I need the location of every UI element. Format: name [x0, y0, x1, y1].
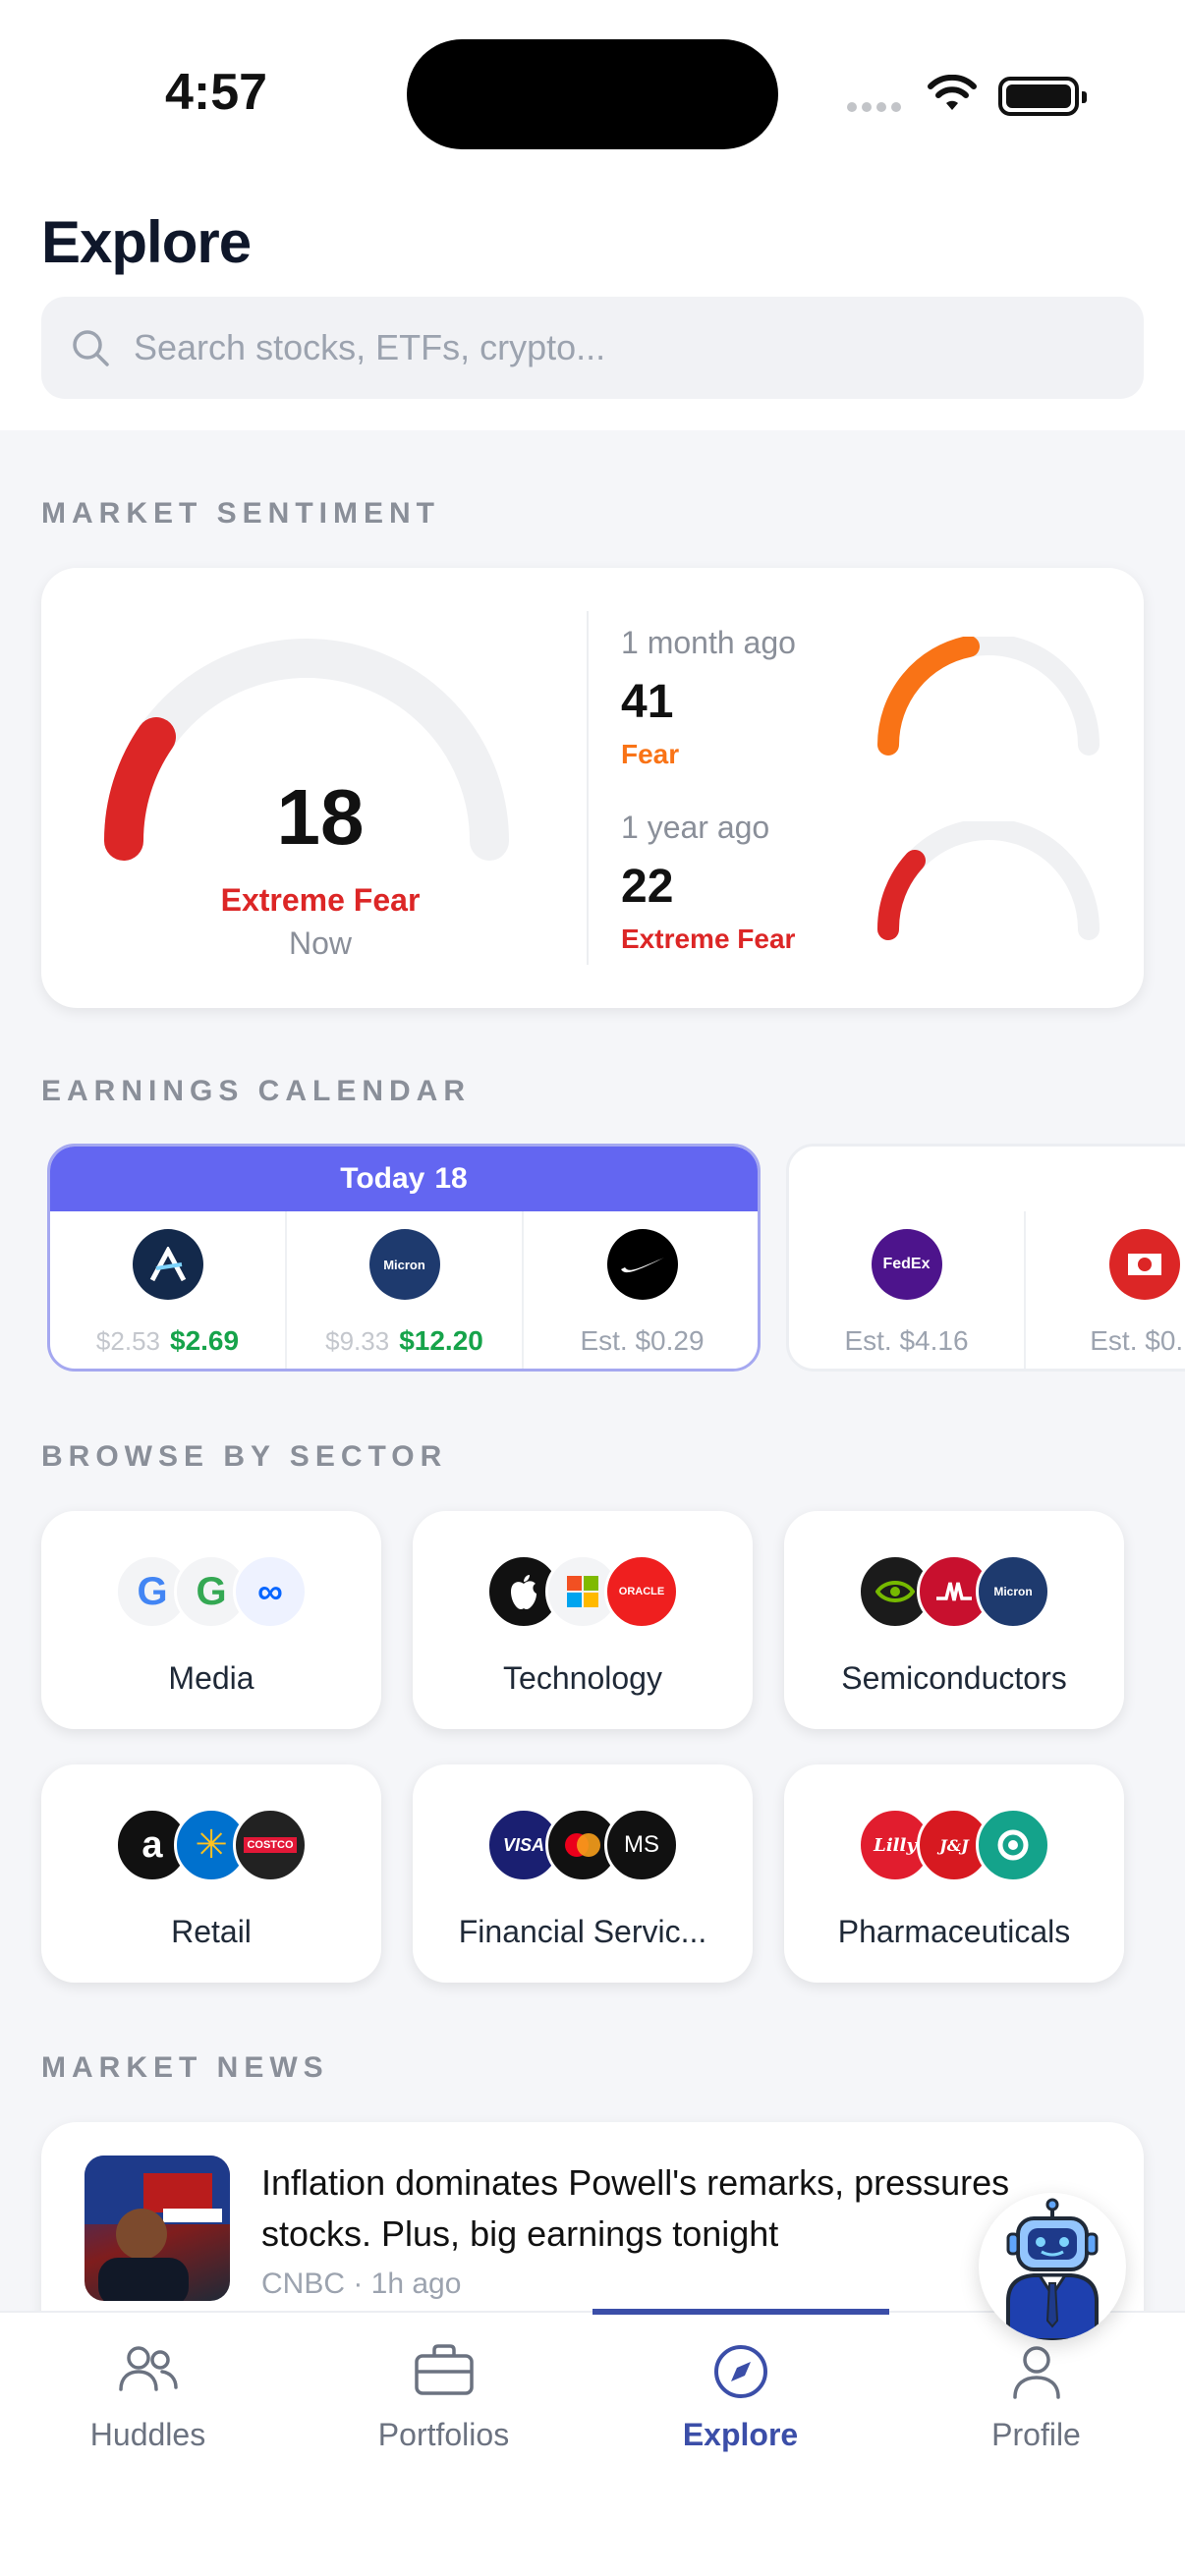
sector-card-financial-services[interactable]: VISA MS Financial Servic... [413, 1764, 753, 1983]
earnings-item[interactable]: Est. $0.1 [1026, 1211, 1185, 1369]
tab-label: Profile [991, 2417, 1081, 2452]
battery-icon [998, 77, 1087, 116]
earnings-calendar-heading: EARNINGS CALENDAR [41, 1075, 472, 1107]
earnings-item[interactable]: Est. $0.29 [524, 1211, 758, 1369]
fedex-logo: FedEx [871, 1229, 942, 1300]
tab-portfolios[interactable]: Portfolios [296, 2313, 592, 2509]
search-bar[interactable] [41, 297, 1144, 399]
sector-card-semiconductors[interactable]: Micron Semiconductors [784, 1511, 1124, 1729]
sentiment-month-value: 41 [621, 676, 674, 728]
sentiment-year: 1 year ago 22 Extreme Fear [621, 810, 795, 955]
eps-actual: $12.20 [399, 1325, 483, 1356]
sector-card-pharmaceuticals[interactable]: Lilly J&J Pharmaceuticals [784, 1764, 1124, 1983]
tab-explore[interactable]: Explore [592, 2313, 888, 2509]
oracle-logo: ORACLE [604, 1554, 679, 1629]
tab-profile[interactable]: Profile [888, 2313, 1184, 2509]
earnings-day-header: Today 18 [50, 1147, 758, 1211]
micron-logo: Micron [976, 1554, 1050, 1629]
sentiment-gauge-year [876, 821, 1100, 940]
header-area: 4:57 Explore [0, 0, 1185, 430]
sentiment-now-value: 18 [276, 773, 365, 861]
earnings-day-label: Today [340, 1162, 425, 1195]
compass-icon [713, 2345, 767, 2398]
sentiment-year-label: Extreme Fear [621, 924, 796, 954]
morgan-stanley-logo: MS [604, 1808, 679, 1882]
micron-logo: Micron [368, 1229, 440, 1300]
market-sentiment-heading: MARKET SENTIMENT [41, 497, 440, 530]
earnings-day-header [789, 1147, 1185, 1211]
amentum-logo [132, 1229, 203, 1300]
sentiment-year-when: 1 year ago [621, 810, 770, 845]
sector-name: Semiconductors [841, 1660, 1067, 1696]
browse-by-sector-heading: BROWSE BY SECTOR [41, 1440, 448, 1473]
eps-estimate: $9.33 [325, 1326, 390, 1356]
sentiment-gauge-month [877, 637, 1100, 756]
news-meta: CNBC · 1h ago [261, 2268, 462, 2300]
earnings-day-today[interactable]: Today 18 $2.53 $2.69 Micron $9.33 $12.20 E… [47, 1144, 761, 1372]
people-icon [118, 2346, 178, 2391]
search-input[interactable] [134, 327, 1018, 368]
tab-huddles[interactable]: Huddles [0, 2313, 296, 2509]
divider [587, 611, 589, 965]
earnings-item[interactable]: Micron $9.33 $12.20 [287, 1211, 524, 1369]
sector-card-retail[interactable]: a ✳ COSTCO Retail [41, 1764, 381, 1983]
tab-bar: Huddles Portfolios Explore Profile [0, 2309, 1185, 2576]
briefcase-icon [414, 2344, 474, 2395]
sector-name: Technology [503, 1660, 662, 1696]
sector-name: Retail [171, 1914, 252, 1949]
flag-logo [1108, 1229, 1180, 1300]
eps-estimate: $2.53 [95, 1326, 160, 1356]
search-icon [73, 330, 109, 366]
eps-estimate: Est. $4.16 [844, 1325, 969, 1356]
sentiment-month-when: 1 month ago [621, 625, 796, 660]
abbvie-logo [976, 1808, 1050, 1882]
sector-name: Pharmaceuticals [837, 1914, 1071, 1949]
costco-logo: COSTCO [233, 1808, 308, 1882]
eps-estimate: Est. $0.1 [1090, 1325, 1185, 1356]
sentiment-now-sub: Now [288, 925, 352, 961]
tab-label: Explore [682, 2417, 799, 2452]
earnings-day-next[interactable]: FedEx Est. $4.16 Est. $0.1 [786, 1144, 1185, 1372]
sentiment-now-label: Extreme Fear [220, 882, 421, 918]
sentiment-month-label: Fear [621, 739, 680, 769]
person-icon [1012, 2346, 1060, 2399]
meta-logo: ∞ [233, 1554, 308, 1629]
eps-actual: $2.69 [170, 1325, 240, 1356]
news-thumbnail [85, 2156, 230, 2301]
tab-label: Huddles [89, 2417, 206, 2452]
tab-label: Portfolios [377, 2417, 510, 2452]
cellular-signal-icon [847, 102, 901, 112]
sector-name: Financial Servic... [458, 1914, 707, 1949]
ai-assistant-button[interactable] [979, 2193, 1126, 2340]
page-title: Explore [41, 209, 252, 275]
robot-icon [1006, 2198, 1099, 2340]
earnings-item[interactable]: FedEx Est. $4.16 [789, 1211, 1026, 1369]
wifi-icon [928, 75, 977, 110]
status-time: 4:57 [165, 64, 268, 121]
sentiment-month: 1 month ago 41 Fear [621, 625, 796, 770]
sentiment-year-value: 22 [621, 861, 674, 913]
costco-logo-text: COSTCO [244, 1837, 297, 1853]
earnings-item[interactable]: $2.53 $2.69 [50, 1211, 287, 1369]
sector-name: Media [168, 1660, 254, 1696]
market-news-heading: MARKET NEWS [41, 2051, 329, 2084]
sector-card-technology[interactable]: ORACLE Technology [413, 1511, 753, 1729]
sector-card-media[interactable]: G G ∞ Media [41, 1511, 381, 1729]
eps-estimate: Est. $0.29 [580, 1325, 705, 1356]
nike-logo [606, 1229, 678, 1300]
dynamic-island [407, 39, 778, 149]
earnings-day-number: 18 [434, 1162, 468, 1195]
market-sentiment-card[interactable]: 18 Extreme Fear Now 1 month ago 41 Fear … [41, 568, 1144, 1008]
